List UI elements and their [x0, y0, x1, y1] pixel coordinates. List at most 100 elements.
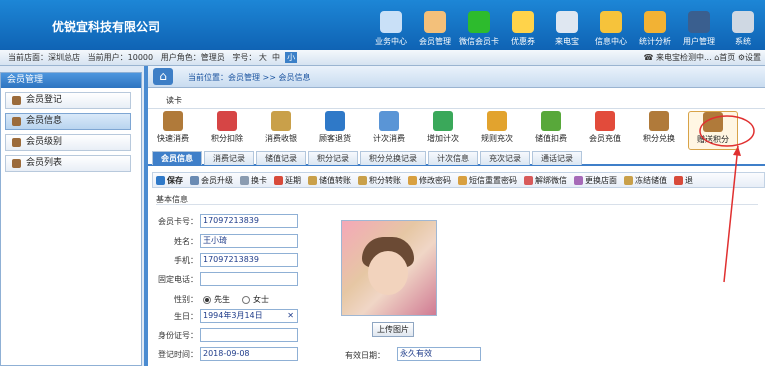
font-large-button[interactable]: 大: [259, 53, 267, 62]
read-card-button[interactable]: 读卡: [148, 93, 765, 109]
toolbar-button[interactable]: 储值扣费: [526, 111, 576, 150]
upgrade-icon: [190, 175, 199, 185]
nav-item-label: 用户管理: [683, 37, 715, 46]
toolbar-button[interactable]: 增加计次: [418, 111, 468, 150]
settings-link[interactable]: 设置: [745, 53, 761, 62]
card-number-field[interactable]: 17097213839: [200, 214, 298, 228]
name-field[interactable]: 王小琦: [200, 234, 298, 248]
tab[interactable]: 充次记录: [480, 151, 530, 165]
action-button[interactable]: 短信重置密码: [458, 175, 517, 186]
tab[interactable]: 储值记录: [256, 151, 306, 165]
toolbar-button[interactable]: 快速消费: [148, 111, 198, 150]
action-button[interactable]: 退: [674, 175, 693, 186]
tab[interactable]: 积分记录: [308, 151, 358, 165]
sidebar: 会员管理 会员登记 会员信息 会员级别 会员列表: [0, 72, 142, 366]
phone-field[interactable]: [200, 272, 298, 286]
toolbar-button-label: 储值扣费: [535, 134, 567, 143]
gender-label: 性别：: [174, 295, 198, 304]
font-small-button[interactable]: 小: [285, 52, 298, 63]
id-number-field[interactable]: [200, 328, 298, 342]
tab[interactable]: 积分兑换记录: [360, 151, 426, 165]
wechat-icon: [468, 11, 490, 33]
gender-female-radio[interactable]: [242, 295, 250, 304]
toolbar-button[interactable]: 积分兑换: [634, 111, 684, 150]
toolbar-button[interactable]: 积分扣除: [202, 111, 252, 150]
nav-item[interactable]: 业务中心: [370, 3, 412, 47]
tab[interactable]: 通话记录: [532, 151, 582, 165]
birthday-field[interactable]: 1994年3月14日 ✕: [200, 309, 298, 323]
nav-item[interactable]: 会员管理: [414, 3, 456, 47]
nav-item-label: 优惠券: [511, 37, 535, 46]
gift-points-icon: [703, 112, 723, 132]
action-bar: 保存 会员升级 换卡 延期 储值转账 积分转账 修改密码 短信重置密码 解绑微信 更换店面 冻结储值…: [152, 172, 765, 188]
sidebar-item-info[interactable]: 会员信息: [5, 113, 131, 130]
current-user: 当前用户：10000: [87, 53, 154, 62]
home-link[interactable]: 首页: [719, 53, 735, 62]
gear-icon[interactable]: ⚙: [738, 53, 745, 62]
nav-item[interactable]: 微信会员卡: [458, 3, 500, 47]
nav-item-label: 会员管理: [419, 37, 451, 46]
gender-male-radio[interactable]: [203, 295, 211, 304]
toolbar-button[interactable]: 计次消费: [364, 111, 414, 150]
action-button[interactable]: 换卡: [240, 175, 267, 186]
nav-item[interactable]: 来电宝: [546, 3, 588, 47]
phone-detect-status: 来电宝检测中...: [656, 53, 712, 62]
tab[interactable]: 计次信息: [428, 151, 478, 165]
password-icon: [408, 175, 417, 185]
action-button[interactable]: 储值转账: [308, 175, 351, 186]
tab[interactable]: 消费记录: [204, 151, 254, 165]
toolbar-button-label: 顾客退货: [319, 134, 351, 143]
nav-item[interactable]: 用户管理: [678, 3, 720, 47]
toolbar-button[interactable]: 规则充次: [472, 111, 522, 150]
sidebar-item-label: 会员级别: [26, 137, 63, 147]
upload-image-button[interactable]: 上传图片: [372, 322, 414, 337]
sidebar-item-register[interactable]: 会员登记: [5, 92, 131, 109]
rule-recharge-icon: [487, 111, 507, 131]
clear-icon[interactable]: ✕: [287, 310, 294, 322]
stored-deduct-icon: [541, 111, 561, 131]
quick-consume-icon: [163, 111, 183, 131]
action-button[interactable]: 修改密码: [408, 175, 451, 186]
freeze-icon: [624, 175, 633, 185]
toolbar-button-label: 快速消费: [157, 134, 189, 143]
nav-item[interactable]: 信息中心: [590, 3, 632, 47]
transfer-icon: [308, 175, 317, 185]
nav-item[interactable]: 统计分析: [634, 3, 676, 47]
action-button[interactable]: 会员升级: [190, 175, 233, 186]
action-button[interactable]: 积分转账: [358, 175, 401, 186]
action-button[interactable]: 冻结储值: [624, 175, 667, 186]
sms-reset-icon: [458, 175, 467, 185]
sidebar-item-level[interactable]: 会员级别: [5, 134, 131, 151]
mobile-field[interactable]: 17097213839: [200, 253, 298, 267]
toolbar-button[interactable]: 会员充值: [580, 111, 630, 150]
action-button[interactable]: 更换店面: [574, 175, 617, 186]
toolbar-button-label: 规则充次: [481, 134, 513, 143]
points-transfer-icon: [358, 175, 367, 185]
id-label: 身份证号：: [158, 331, 198, 340]
action-button-label: 短信重置密码: [469, 175, 517, 185]
action-button-label: 换卡: [251, 175, 267, 185]
read-card-label: 读卡: [166, 96, 182, 105]
toolbar-button[interactable]: 消费收银: [256, 111, 306, 150]
member-list-icon: [12, 159, 21, 168]
company-logo-text: 优锐宜科技有限公司: [52, 20, 161, 34]
font-medium-button[interactable]: 中: [272, 53, 280, 62]
action-button[interactable]: 保存: [156, 175, 183, 186]
nav-item[interactable]: 优惠券: [502, 3, 544, 47]
action-button[interactable]: 解绑微信: [524, 175, 567, 186]
action-button[interactable]: 延期: [274, 175, 301, 186]
register-time-field[interactable]: 2018-09-08: [200, 347, 298, 361]
sidebar-item-list[interactable]: 会员列表: [5, 155, 131, 172]
tab[interactable]: 会员信息: [152, 151, 202, 165]
gender-female-label: 女士: [253, 295, 269, 304]
toolbar-button[interactable]: 顾客退货: [310, 111, 360, 150]
home-icon[interactable]: ⌂: [153, 68, 173, 85]
toolbar-button[interactable]: 赠送积分: [688, 111, 738, 150]
phone-icon: [556, 11, 578, 33]
font-size-label: 字号：: [232, 53, 257, 62]
valid-date-field[interactable]: 永久有效: [397, 347, 481, 361]
business-icon: [380, 11, 402, 33]
nav-item[interactable]: 系统: [722, 3, 764, 47]
mobile-label: 手机：: [174, 256, 198, 265]
action-button-label: 冻结储值: [635, 175, 667, 185]
